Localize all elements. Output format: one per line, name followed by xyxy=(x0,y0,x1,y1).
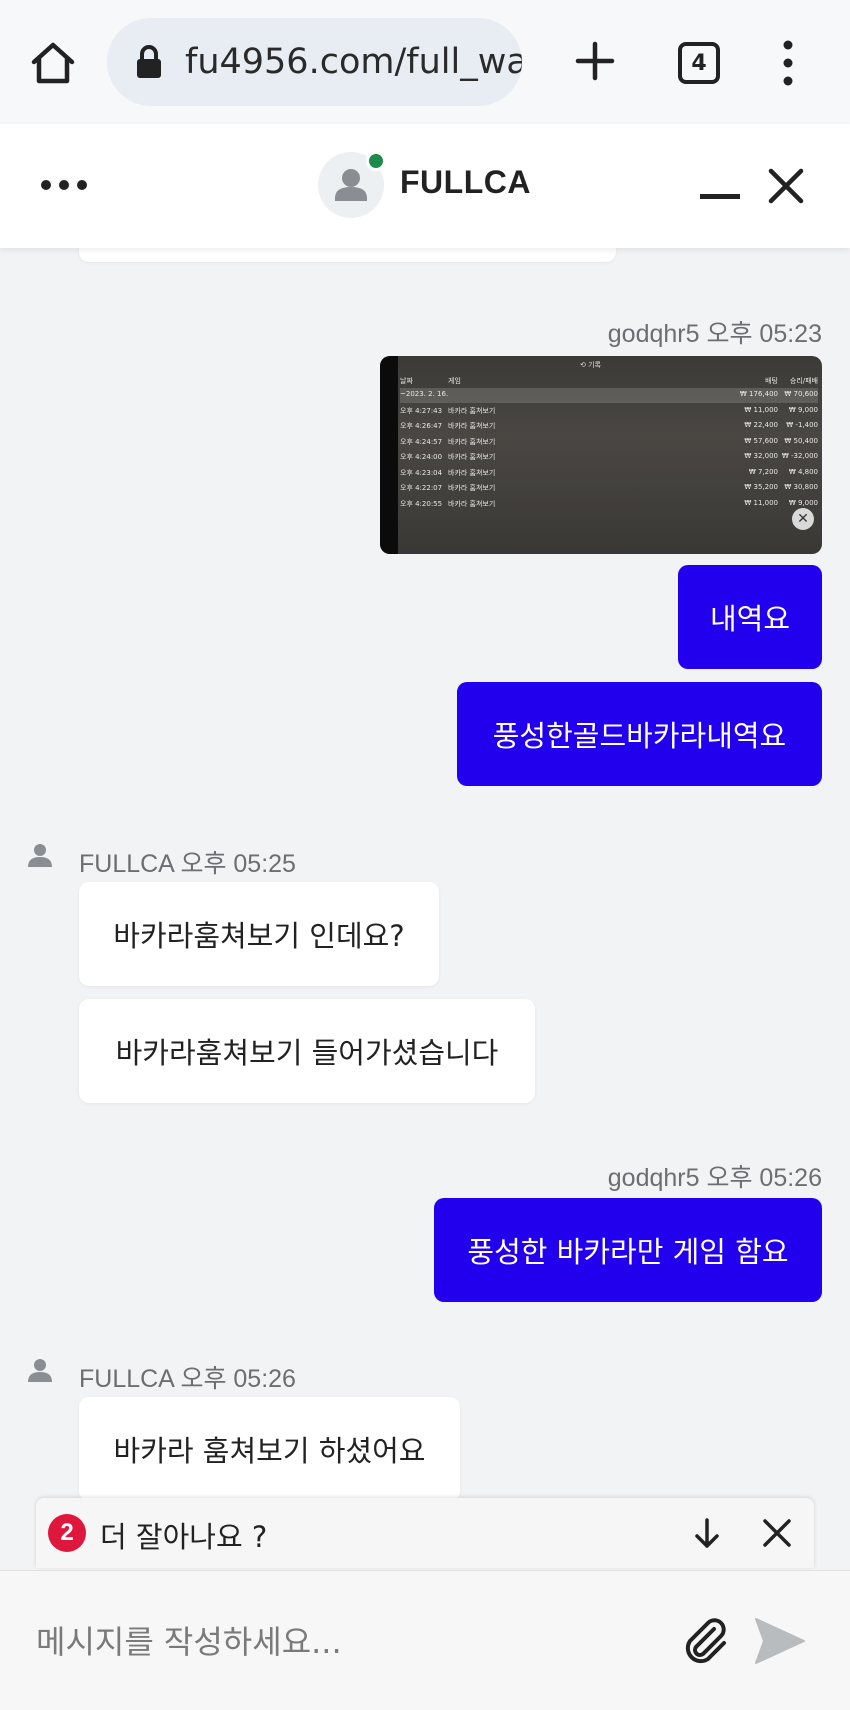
sender-name: FULLCA xyxy=(79,1365,174,1393)
message-meta: godqhr5 오후 05:23 xyxy=(608,314,822,350)
image-table-row: 오후 4:23:04 바카라 훔쳐보기 ₩ 7,200 ₩ 4,800 xyxy=(400,467,818,477)
image-attachment[interactable]: ⟲ 기록 날짜 게임 배팅 승리/패배 ~2023. 2. 16. ₩ 176,4… xyxy=(380,356,822,554)
lock-icon xyxy=(137,45,161,78)
message-composer xyxy=(0,1570,850,1710)
close-preview-icon[interactable]: ✕ xyxy=(792,508,814,530)
message-bubble: 바카라 훔쳐보기 하셨어요 xyxy=(79,1397,460,1501)
message-meta: godqhr5 오후 05:26 xyxy=(608,1158,822,1194)
image-table-row: 오후 4:20:55 바카라 훔쳐보기 ₩ 11,000 ₩ 9,000 xyxy=(400,498,818,508)
image-header: ⟲ 기록 xyxy=(580,361,601,369)
image-table-row: 오후 4:27:43 바카라 훔쳐보기 ₩ 11,000 ₩ 9,000 xyxy=(400,405,818,415)
close-icon[interactable] xyxy=(767,167,805,205)
message-bubble: 풍성한 바카라만 게임 함요 xyxy=(434,1198,822,1302)
message-input[interactable] xyxy=(36,1607,656,1677)
chat-title: FULLCA xyxy=(400,164,531,200)
sender-name: godqhr5 xyxy=(607,320,700,348)
previous-message-bubble xyxy=(79,248,616,262)
message-bubble: 바카라훔쳐보기 인데요? xyxy=(79,882,439,986)
browser-toolbar: fu4956.com/full_wa 4 xyxy=(0,0,850,124)
image-table-row: 오후 4:24:57 바카라 훔쳐보기 ₩ 57,600 ₩ 50,400 xyxy=(400,436,818,446)
image-table-row: 오후 4:22:07 바카라 훔쳐보기 ₩ 35,200 ₩ 30,800 xyxy=(400,483,818,492)
more-options-icon[interactable] xyxy=(36,170,92,200)
user-icon xyxy=(28,1359,52,1382)
message-meta: FULLCA 오후 05:26 xyxy=(79,1359,296,1395)
chat-header: FULLCA xyxy=(0,124,850,248)
arrow-down-icon[interactable] xyxy=(690,1516,724,1550)
minimize-icon[interactable] xyxy=(700,194,740,200)
image-table-row: 오후 4:24:00 바카라 훔쳐보기 ₩ 32,000 ₩ -32,000 xyxy=(400,452,818,461)
message-time: 오후 05:26 xyxy=(706,1164,822,1192)
message-bubble: 바카라훔쳐보기 들어가셨습니다 xyxy=(79,999,535,1103)
image-edge xyxy=(380,356,398,554)
message-list[interactable]: godqhr5 오후 05:23 ⟲ 기록 날짜 게임 배팅 승리/패배 ~20… xyxy=(0,248,850,1570)
unread-count-badge: 2 xyxy=(48,1514,86,1552)
sender-name: FULLCA xyxy=(79,850,174,878)
unread-notice-bar[interactable]: 2 더 잘아나요 ? xyxy=(36,1498,814,1568)
image-table-row: 오후 4:26:47 바카라 훔쳐보기 ₩ 22,400 ₩ -1,400 xyxy=(400,421,818,430)
message-meta: FULLCA 오후 05:25 xyxy=(79,844,296,880)
image-table-row: ~2023. 2. 16. ₩ 176,400 ₩ 70,600 xyxy=(400,388,818,403)
paperclip-icon[interactable] xyxy=(680,1615,732,1667)
address-bar[interactable]: fu4956.com/full_wa xyxy=(107,18,522,106)
online-status-dot xyxy=(366,151,386,171)
send-icon[interactable] xyxy=(752,1615,808,1667)
notice-text: 더 잘아나요 ? xyxy=(100,1520,268,1554)
image-table-header: 날짜 게임 배팅 승리/패배 xyxy=(400,377,818,385)
tab-switcher-button[interactable]: 4 xyxy=(678,42,720,84)
message-bubble: 내역요 xyxy=(678,565,822,669)
plus-icon[interactable] xyxy=(570,36,620,86)
message-bubble: 풍성한골드바카라내역요 xyxy=(457,682,822,786)
kebab-menu-icon[interactable] xyxy=(776,38,800,88)
home-icon[interactable] xyxy=(28,38,78,88)
url-text: fu4956.com/full_wa xyxy=(185,42,522,82)
tab-count: 4 xyxy=(691,50,707,76)
message-time: 오후 05:25 xyxy=(180,850,296,878)
close-notice-icon[interactable] xyxy=(762,1518,792,1548)
user-icon xyxy=(28,844,52,867)
message-time: 오후 05:23 xyxy=(706,320,822,348)
message-time: 오후 05:26 xyxy=(180,1365,296,1393)
sender-name: godqhr5 xyxy=(607,1164,700,1192)
